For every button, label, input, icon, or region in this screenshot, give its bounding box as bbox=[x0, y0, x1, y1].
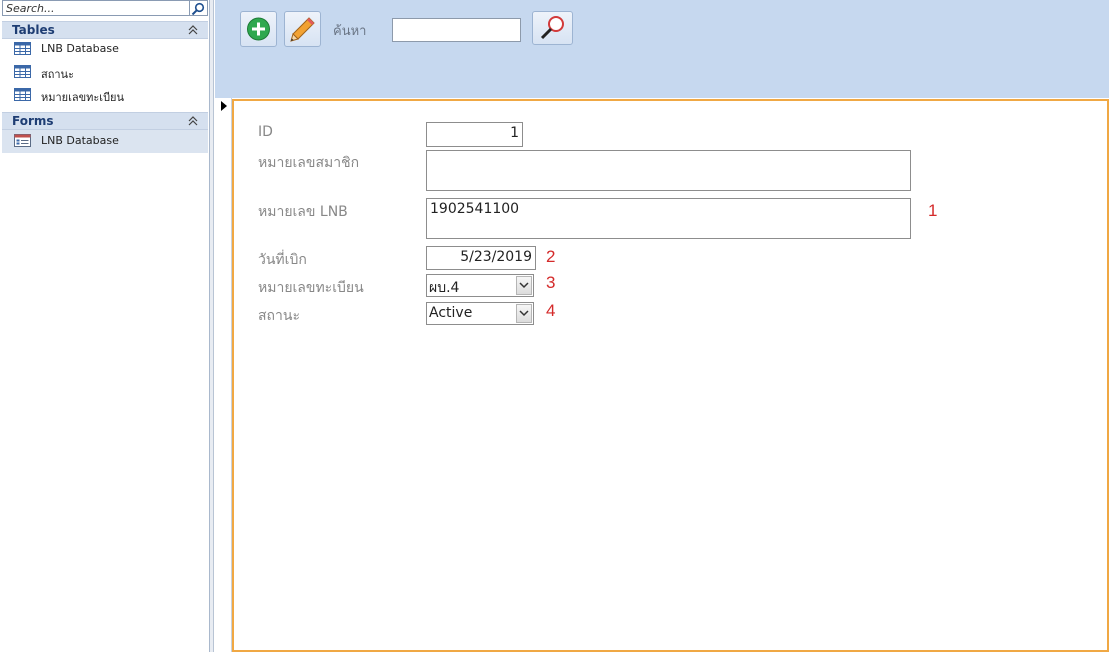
nav-item-label: สถานะ bbox=[41, 68, 74, 81]
form-icon bbox=[14, 134, 31, 147]
nav-search bbox=[2, 0, 208, 16]
status-combo[interactable]: Active bbox=[426, 302, 534, 325]
nav-item-label: LNB Database bbox=[41, 42, 119, 55]
table-icon bbox=[14, 65, 31, 78]
collapse-chevron-icon[interactable] bbox=[188, 116, 198, 126]
navigation-pane: Tables LNB Database สถานะ bbox=[0, 0, 210, 652]
record-selector[interactable] bbox=[215, 98, 232, 652]
nav-splitter[interactable] bbox=[210, 0, 214, 652]
annotation-3: 3 bbox=[546, 273, 556, 292]
group-title-forms: Forms bbox=[12, 114, 54, 128]
nav-item-table-lnb-database[interactable]: LNB Database bbox=[2, 38, 208, 61]
nav-item-label: หมายเลขทะเบียน bbox=[41, 91, 125, 104]
combo-value: Active bbox=[429, 305, 473, 321]
chevron-down-icon bbox=[519, 310, 529, 317]
add-record-button[interactable] bbox=[240, 11, 277, 47]
combo-dropdown-button[interactable] bbox=[516, 304, 532, 323]
nav-search-input[interactable] bbox=[2, 0, 190, 16]
lnb-number-field[interactable]: 1902541100 bbox=[426, 198, 911, 239]
form-header: ค้นหา bbox=[215, 0, 1109, 98]
nav-item-table-status[interactable]: สถานะ bbox=[2, 61, 208, 84]
search-icon bbox=[540, 16, 564, 40]
combo-dropdown-button[interactable] bbox=[516, 276, 532, 295]
current-record-arrow-icon bbox=[221, 101, 227, 111]
annotation-4: 4 bbox=[546, 301, 556, 320]
group-header-tables[interactable]: Tables bbox=[2, 21, 208, 39]
table-icon bbox=[14, 42, 31, 55]
label-issue-date: วันที่เบิก bbox=[258, 252, 307, 268]
annotation-1: 1 bbox=[928, 201, 938, 220]
nav-search-button[interactable] bbox=[190, 0, 208, 16]
label-lnb-number: หมายเลข LNB bbox=[258, 204, 348, 220]
pencil-icon bbox=[290, 17, 315, 42]
add-icon bbox=[247, 17, 270, 41]
registration-number-combo[interactable]: ผบ.4 bbox=[426, 274, 534, 297]
label-registration-number: หมายเลขทะเบียน bbox=[258, 280, 364, 296]
search-label: ค้นหา bbox=[333, 24, 367, 39]
annotation-2: 2 bbox=[546, 247, 556, 266]
issue-date-field[interactable]: 5/23/2019 bbox=[426, 246, 536, 270]
form-detail: ID 1 หมายเลขสมาชิก หมายเลข LNB 190254110… bbox=[232, 99, 1109, 652]
label-status: สถานะ bbox=[258, 308, 300, 324]
combo-value: ผบ.4 bbox=[429, 280, 460, 296]
chevron-down-icon bbox=[519, 282, 529, 289]
label-id: ID bbox=[258, 124, 273, 140]
edit-record-button[interactable] bbox=[284, 11, 321, 47]
search-button[interactable] bbox=[532, 11, 573, 45]
member-number-field[interactable] bbox=[426, 150, 911, 191]
record-search-input[interactable] bbox=[392, 18, 521, 42]
table-icon bbox=[14, 88, 31, 101]
id-field[interactable]: 1 bbox=[426, 122, 523, 147]
nav-item-table-registration-number[interactable]: หมายเลขทะเบียน bbox=[2, 84, 208, 107]
collapse-chevron-icon[interactable] bbox=[188, 25, 198, 35]
group-title-tables: Tables bbox=[12, 23, 55, 37]
nav-item-label: LNB Database bbox=[41, 134, 119, 147]
nav-item-form-lnb-database[interactable]: LNB Database bbox=[2, 130, 208, 153]
group-header-forms[interactable]: Forms bbox=[2, 112, 208, 130]
search-icon bbox=[191, 2, 205, 16]
label-member-number: หมายเลขสมาชิก bbox=[258, 155, 360, 171]
